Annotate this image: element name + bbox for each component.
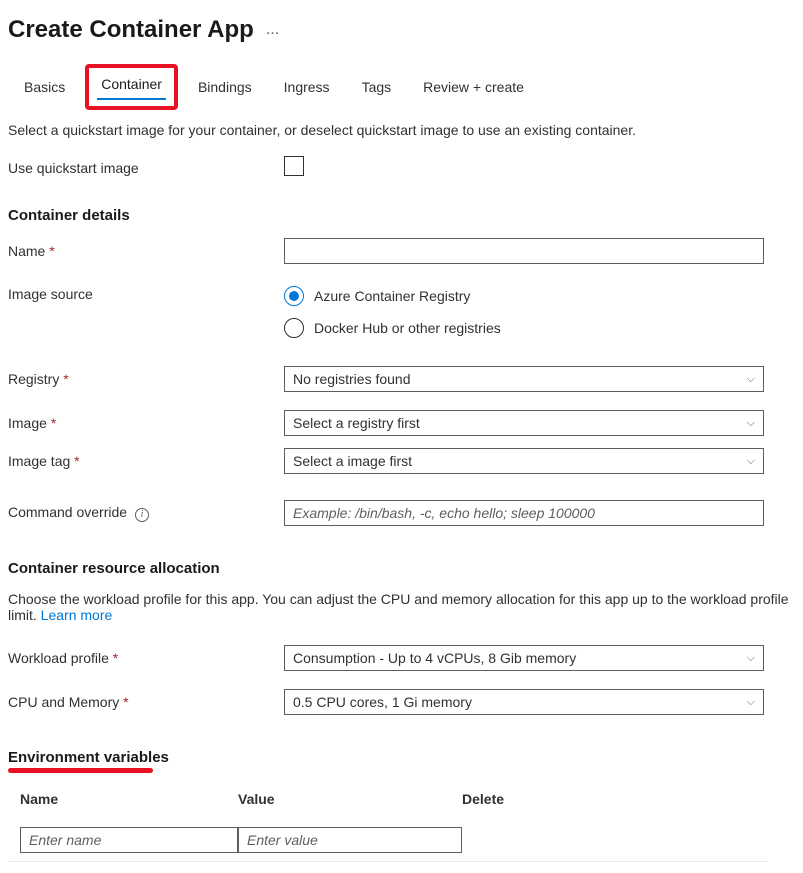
chevron-down-icon: ⌵ [747, 652, 755, 665]
cpu-memory-label: CPU and Memory [8, 694, 119, 710]
resource-allocation-desc: Choose the workload profile for this app… [8, 591, 795, 623]
env-row [8, 819, 768, 862]
tab-ingress[interactable]: Ingress [280, 73, 334, 101]
tab-review-create[interactable]: Review + create [419, 73, 528, 101]
workload-profile-select[interactable]: Consumption - Up to 4 vCPUs, 8 Gib memor… [284, 645, 764, 671]
name-input[interactable] [284, 238, 764, 264]
command-override-input[interactable] [284, 500, 764, 526]
highlight-annotation: Container [85, 64, 178, 110]
tab-tags[interactable]: Tags [358, 73, 396, 101]
required-asterisk: * [113, 650, 118, 666]
required-asterisk: * [74, 453, 79, 469]
image-source-docker-label: Docker Hub or other registries [314, 320, 501, 336]
image-tag-label: Image tag [8, 453, 70, 469]
env-variables-table: Name Value Delete [8, 791, 768, 862]
image-source-acr-radio[interactable]: Azure Container Registry [284, 286, 764, 306]
more-actions-icon[interactable]: ... [266, 21, 279, 39]
required-asterisk: * [49, 243, 54, 259]
chevron-down-icon: ⌵ [747, 455, 755, 468]
allocation-text: Choose the workload profile for this app… [8, 591, 789, 623]
container-details-heading: Container details [8, 207, 795, 224]
image-source-acr-label: Azure Container Registry [314, 288, 470, 304]
registry-value: No registries found [293, 371, 411, 387]
image-source-label: Image source [8, 286, 284, 302]
highlight-underline-annotation [8, 768, 153, 773]
learn-more-link[interactable]: Learn more [41, 607, 113, 623]
image-value: Select a registry first [293, 415, 420, 431]
workload-profile-value: Consumption - Up to 4 vCPUs, 8 Gib memor… [293, 650, 576, 666]
required-asterisk: * [123, 694, 128, 710]
radio-checked-icon [284, 286, 304, 306]
radio-unchecked-icon [284, 318, 304, 338]
registry-label: Registry [8, 371, 59, 387]
env-col-delete-header: Delete [462, 791, 768, 807]
image-source-docker-radio[interactable]: Docker Hub or other registries [284, 318, 764, 338]
env-variables-heading: Environment variables [8, 749, 169, 766]
required-asterisk: * [63, 371, 68, 387]
cpu-memory-value: 0.5 CPU cores, 1 Gi memory [293, 694, 472, 710]
chevron-down-icon: ⌵ [747, 696, 755, 709]
resource-allocation-heading: Container resource allocation [8, 560, 795, 577]
cpu-memory-select[interactable]: 0.5 CPU cores, 1 Gi memory ⌵ [284, 689, 764, 715]
image-select[interactable]: Select a registry first ⌵ [284, 410, 764, 436]
tab-bindings[interactable]: Bindings [194, 73, 256, 101]
intro-text: Select a quickstart image for your conta… [8, 122, 795, 138]
registry-select[interactable]: No registries found ⌵ [284, 366, 764, 392]
image-tag-select[interactable]: Select a image first ⌵ [284, 448, 764, 474]
tab-bar: Basics Container Bindings Ingress Tags R… [20, 68, 795, 106]
info-icon[interactable]: i [135, 508, 149, 522]
image-label: Image [8, 415, 47, 431]
env-name-input[interactable] [20, 827, 238, 853]
chevron-down-icon: ⌵ [747, 373, 755, 386]
chevron-down-icon: ⌵ [747, 417, 755, 430]
env-col-name-header: Name [8, 791, 238, 807]
required-asterisk: * [51, 415, 56, 431]
command-override-label: Command override [8, 504, 127, 520]
workload-profile-label: Workload profile [8, 650, 109, 666]
page-title: Create Container App [8, 16, 254, 44]
quickstart-label: Use quickstart image [8, 160, 284, 176]
name-label: Name [8, 243, 45, 259]
quickstart-checkbox[interactable] [284, 156, 304, 176]
env-col-value-header: Value [238, 791, 462, 807]
image-tag-value: Select a image first [293, 453, 412, 469]
tab-container[interactable]: Container [97, 70, 166, 100]
env-value-input[interactable] [238, 827, 462, 853]
tab-basics[interactable]: Basics [20, 73, 69, 101]
